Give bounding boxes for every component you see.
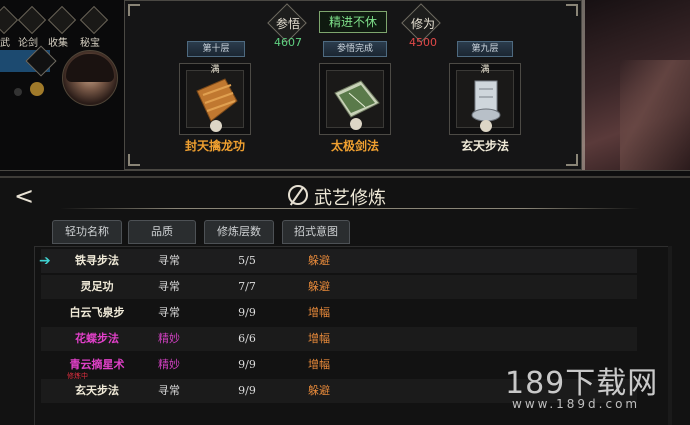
effect-cell: 增幅 <box>308 332 330 345</box>
card-level-tag: 第十层 <box>187 41 245 57</box>
card-level-tag: 第九层 <box>457 41 513 57</box>
menu-label-duel: 论剑 <box>18 38 38 49</box>
insight-label: 参悟 <box>276 17 301 31</box>
effect-cell: 躲避 <box>308 384 330 397</box>
skill-overview-panel: 参悟 4607 精进不休 修为 4500 第十层 满 封天擒龙功 参悟完成 太极… <box>124 0 582 170</box>
menu-label-treasure: 秘宝 <box>80 38 100 49</box>
level-cell: 9/9 <box>238 306 256 319</box>
skill-name: 玄天步法 <box>460 139 509 153</box>
effect-cell: 躲避 <box>308 254 330 267</box>
background-edge <box>582 0 585 170</box>
watermark-main: 189下载网 <box>505 366 659 401</box>
title-divider <box>60 208 640 209</box>
cultivation-label: 修为 <box>411 17 436 31</box>
right-background <box>582 0 690 170</box>
level-cell: 9/9 <box>238 384 256 397</box>
dot-icon <box>14 88 22 96</box>
effect-cell: 增幅 <box>308 306 330 319</box>
quality-cell: 精妙 <box>158 332 180 345</box>
tab-level[interactable]: 修炼层数 <box>204 220 274 244</box>
quality-cell: 寻常 <box>158 306 180 319</box>
corner-ornament <box>128 154 140 166</box>
martial-icon <box>288 185 308 205</box>
skill-name: 封天擒龙功 <box>184 139 245 153</box>
card-level-tag: 参悟完成 <box>323 41 387 57</box>
skill-name-cell: 白云飞泉步 <box>69 306 125 319</box>
skill-name-cell: 青云摘星术 <box>69 358 125 371</box>
menu-label-martial: 武 <box>0 38 10 49</box>
background-stripe <box>620 60 690 170</box>
effect-cell: 增幅 <box>308 358 330 371</box>
level-cell: 9/9 <box>238 358 256 371</box>
skill-card[interactable]: 满 <box>179 63 251 135</box>
tab-name[interactable]: 轻功名称 <box>52 220 122 244</box>
watermark-sub: www.189d.com <box>512 397 641 411</box>
table-row[interactable]: 白云飞泉步 寻常 9/9 增幅 <box>41 301 637 325</box>
tab-quality[interactable]: 品质 <box>128 220 196 244</box>
quality-cell: 寻常 <box>158 254 180 267</box>
table-row[interactable]: 花蝶步法 精妙 6/6 增幅 <box>41 327 637 351</box>
table-row[interactable]: ➔ 铁寻步法 寻常 5/5 躲避 <box>39 249 637 273</box>
cultivation-value: 4500 <box>409 36 437 49</box>
level-cell: 5/5 <box>238 254 256 267</box>
skill-name: 太极剑法 <box>330 139 379 153</box>
level-cell: 6/6 <box>238 332 256 345</box>
menu-label-collect: 收集 <box>48 38 68 49</box>
skill-name-cell: 灵足功 <box>80 280 114 293</box>
corner-ornament <box>566 4 578 16</box>
gold-icon[interactable] <box>30 82 44 96</box>
scrollbar[interactable] <box>668 246 672 425</box>
tab-intent[interactable]: 招式意图 <box>282 220 350 244</box>
corner-ornament <box>128 4 140 16</box>
skill-name-cell: 花蝶步法 <box>75 332 119 345</box>
skill-card[interactable]: 满 <box>449 63 521 135</box>
skill-name-cell: 玄天步法 <box>75 384 119 397</box>
status-box: 精进不休 <box>319 11 387 33</box>
quality-cell: 寻常 <box>158 280 180 293</box>
full-mark: 满 <box>480 65 490 75</box>
figure-icon <box>350 118 362 130</box>
insight-value: 4607 <box>274 36 302 49</box>
table-row[interactable]: 灵足功 寻常 7/7 躲避 <box>41 275 637 299</box>
skill-name-cell: 铁寻步法 <box>75 254 119 267</box>
quality-cell: 寻常 <box>158 384 180 397</box>
full-mark: 满 <box>210 65 220 75</box>
figure-icon <box>210 120 222 132</box>
skill-card[interactable] <box>319 63 391 135</box>
level-cell: 7/7 <box>238 280 256 293</box>
back-button[interactable]: < <box>14 184 34 208</box>
quality-cell: 精妙 <box>158 358 180 371</box>
figure-icon <box>480 120 492 132</box>
corner-ornament <box>566 154 578 166</box>
effect-cell: 躲避 <box>308 280 330 293</box>
panel-title: 武艺修炼 <box>314 188 386 209</box>
